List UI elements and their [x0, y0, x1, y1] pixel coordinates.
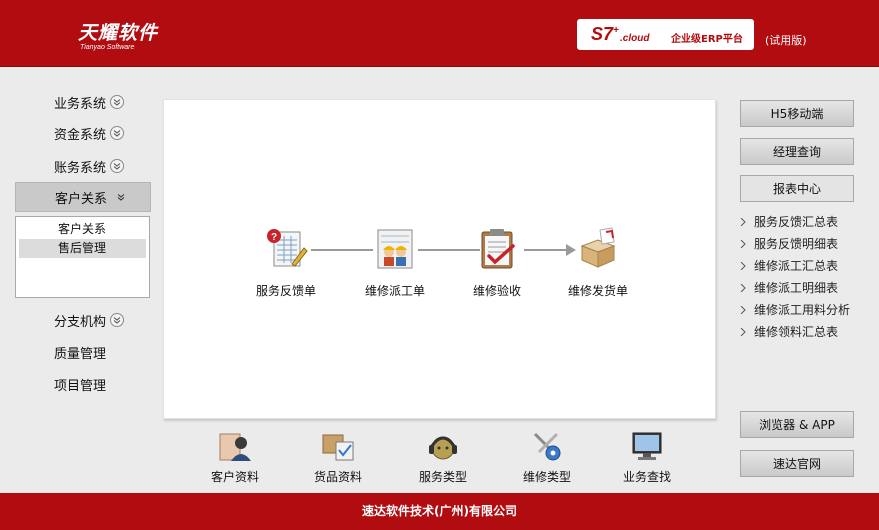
goods-box-icon — [320, 430, 356, 462]
quick-label: 维修类型 — [522, 470, 571, 484]
app-header: 天耀软件 Tianyao Software S7+ .cloud 企业级ERP平… — [0, 0, 879, 67]
nav-item-accounts[interactable]: 账务系统 — [15, 152, 151, 180]
flow-node-label: 维修发货单 — [567, 284, 628, 298]
nav-item-label: 账务系统 — [54, 160, 107, 176]
flow-node-acceptance[interactable]: 维修验收 — [452, 226, 542, 299]
nav-item-label: 质量管理 — [54, 346, 107, 362]
nav-item-quality[interactable]: 质量管理 — [15, 338, 151, 366]
manager-query-button[interactable]: 经理查询 — [740, 138, 854, 165]
chevron-down-icon — [110, 159, 125, 173]
chevron-right-icon — [740, 283, 746, 292]
monitor-search-icon — [629, 430, 665, 462]
chevron-right-icon — [740, 327, 746, 336]
nav-item-label: 客户关系 — [55, 191, 108, 207]
report-link[interactable]: 维修派工汇总表 — [740, 257, 838, 274]
crm-submenu: 客户关系 售后管理 — [15, 216, 150, 298]
browser-app-button[interactable]: 浏览器 & APP — [740, 411, 854, 438]
quick-customer-profile[interactable]: 客户资料 — [195, 430, 275, 485]
nav-item-funds[interactable]: 资金系统 — [15, 119, 151, 147]
quick-service-type[interactable]: 服务类型 — [403, 430, 483, 485]
report-link[interactable]: 维修派工用料分析 — [740, 301, 850, 318]
h5-mobile-button[interactable]: H5移动端 — [740, 100, 854, 127]
flow-node-dispatch[interactable]: 维修派工单 — [350, 226, 440, 299]
footer: 速达软件技术(广州)有限公司 — [0, 493, 879, 530]
customer-profile-icon — [217, 430, 253, 462]
nav-item-business[interactable]: 业务系统 — [15, 88, 151, 116]
nav-item-label: 分支机构 — [54, 314, 107, 330]
chevron-down-icon — [110, 313, 125, 327]
chevron-down-icon — [110, 126, 125, 140]
brand-badge: S7+ .cloud 企业级ERP平台 — [577, 19, 754, 50]
logo-text: 天耀软件 — [78, 22, 159, 44]
flow-node-shipping[interactable]: 维修发货单 — [553, 226, 643, 299]
chevron-right-icon — [740, 261, 746, 270]
brand-s7: S7+ — [591, 24, 619, 44]
official-site-button[interactable]: 速达官网 — [740, 450, 854, 477]
report-link[interactable]: 维修派工明细表 — [740, 279, 838, 296]
submenu-item-after-sales[interactable]: 售后管理 — [19, 239, 146, 258]
headset-icon — [425, 430, 461, 462]
trial-label: (试用版) — [765, 34, 807, 47]
chevron-down-icon — [117, 193, 125, 201]
logo: 天耀软件 Tianyao Software — [78, 18, 158, 51]
report-link[interactable]: 服务反馈明细表 — [740, 235, 838, 252]
quick-label: 货品资料 — [313, 470, 362, 484]
tools-gear-icon — [529, 430, 565, 462]
chevron-right-icon — [740, 217, 746, 226]
quick-repair-type[interactable]: 维修类型 — [507, 430, 587, 485]
submenu-item-crm[interactable]: 客户关系 — [16, 220, 149, 239]
chevron-right-icon — [740, 239, 746, 248]
quick-label: 客户资料 — [210, 470, 259, 484]
flow-node-label: 维修验收 — [472, 284, 521, 298]
nav-item-label: 项目管理 — [54, 378, 107, 394]
svg-text:?: ? — [271, 232, 277, 243]
quick-label: 服务类型 — [418, 470, 467, 484]
report-link[interactable]: 维修领料汇总表 — [740, 323, 838, 340]
logo-subtext: Tianyao Software — [80, 44, 135, 51]
company-name: 速达软件技术(广州)有限公司 — [362, 504, 517, 518]
flow-node-label: 服务反馈单 — [255, 284, 316, 298]
nav-item-crm[interactable]: 客户关系 — [15, 182, 151, 212]
quick-business-search[interactable]: 业务查找 — [607, 430, 687, 485]
chevron-right-icon — [740, 305, 746, 314]
quick-label: 业务查找 — [622, 470, 671, 484]
nav-item-label: 资金系统 — [54, 127, 107, 143]
brand-subtitle: 企业级ERP平台 — [671, 34, 743, 45]
nav-item-projects[interactable]: 项目管理 — [15, 370, 151, 398]
report-link[interactable]: 服务反馈汇总表 — [740, 213, 838, 230]
chevron-down-icon — [110, 95, 125, 109]
brand-cloud: .cloud — [620, 33, 650, 44]
dispatch-workers-icon — [373, 226, 417, 270]
feedback-form-icon: ? — [264, 226, 308, 270]
nav-item-label: 业务系统 — [54, 96, 107, 112]
quick-goods-profile[interactable]: 货品资料 — [298, 430, 378, 485]
clipboard-check-icon — [475, 226, 519, 270]
flow-node-feedback[interactable]: ? 服务反馈单 — [241, 226, 331, 299]
nav-item-branches[interactable]: 分支机构 — [15, 306, 151, 334]
shipping-box-icon — [576, 226, 620, 270]
flow-node-label: 维修派工单 — [364, 284, 425, 298]
report-center-button[interactable]: 报表中心 — [740, 175, 854, 202]
